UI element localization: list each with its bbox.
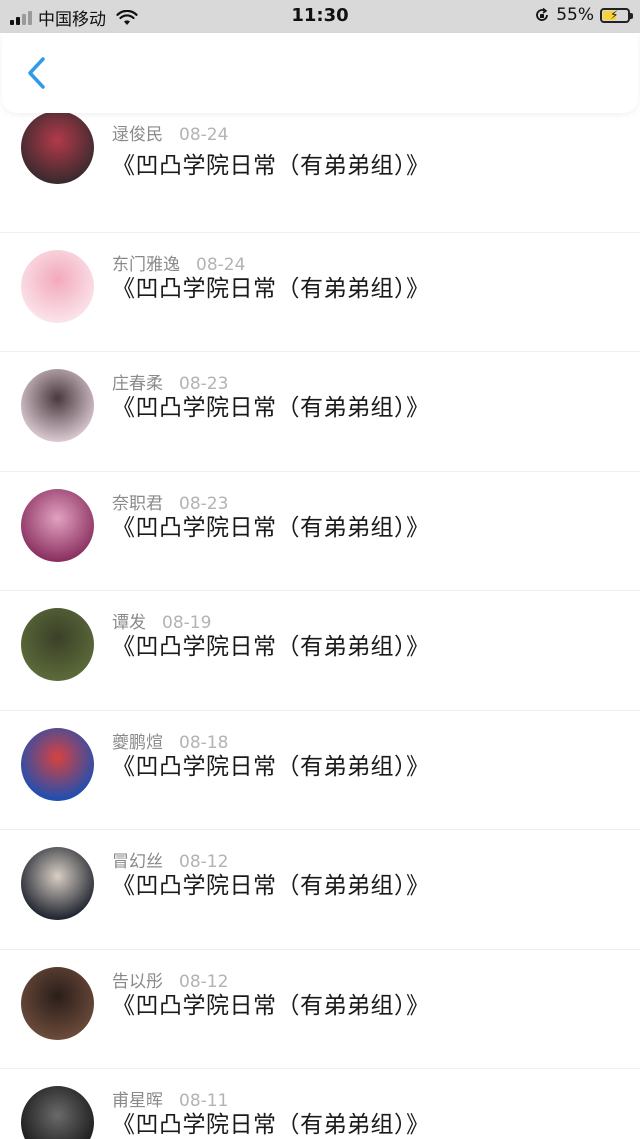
- avatar[interactable]: [21, 966, 94, 1040]
- avatar[interactable]: [21, 369, 94, 442]
- back-button[interactable]: [16, 53, 56, 93]
- post-title[interactable]: 《凹凸学院日常（有弟弟组）》: [112, 747, 430, 781]
- list-item[interactable]: 庄春柔 08-23 《凹凸学院日常（有弟弟组）》: [0, 352, 640, 472]
- list-item[interactable]: 告以彤 08-12 《凹凸学院日常（有弟弟组）》: [0, 950, 640, 1069]
- battery-percent: 55%: [556, 5, 594, 25]
- post-title[interactable]: 《凹凸学院日常（有弟弟组）》: [112, 146, 430, 180]
- post-title[interactable]: 《凹凸学院日常（有弟弟组）》: [112, 508, 430, 542]
- meta-line: 逯俊民 08-24: [112, 120, 228, 145]
- avatar[interactable]: [21, 847, 94, 920]
- list-item[interactable]: 甫星晖 08-11 《凹凸学院日常（有弟弟组）》: [0, 1069, 640, 1139]
- list-item[interactable]: 逯俊民 08-24 《凹凸学院日常（有弟弟组）》: [0, 111, 640, 233]
- post-title[interactable]: 《凹凸学院日常（有弟弟组）》: [112, 388, 430, 422]
- list-item[interactable]: 奈职君 08-23 《凹凸学院日常（有弟弟组）》: [0, 472, 640, 591]
- nav-header: [2, 33, 638, 113]
- avatar[interactable]: [21, 488, 94, 562]
- status-right: 55% ⚡: [534, 5, 633, 25]
- list-item[interactable]: 东门雅逸 08-24 《凹凸学院日常（有弟弟组）》: [0, 233, 640, 352]
- charging-icon: ⚡: [610, 7, 619, 22]
- post-title[interactable]: 《凹凸学院日常（有弟弟组）》: [112, 986, 430, 1020]
- avatar[interactable]: [21, 608, 94, 681]
- avatar[interactable]: [21, 249, 94, 323]
- list-item[interactable]: 谭发 08-19 《凹凸学院日常（有弟弟组）》: [0, 591, 640, 711]
- screen: 中国移动 11:30 55% ⚡ 逯俊民 08-24 《凹凸学院日常（有弟弟组）…: [0, 0, 640, 1139]
- rotation-lock-icon: [536, 7, 549, 21]
- chevron-left-icon: [28, 57, 45, 89]
- post-title[interactable]: 《凹凸学院日常（有弟弟组）》: [112, 269, 430, 303]
- battery-icon: ⚡: [600, 7, 633, 23]
- avatar[interactable]: [21, 1086, 94, 1139]
- avatar[interactable]: [21, 111, 94, 184]
- comment-list: 逯俊民 08-24 《凹凸学院日常（有弟弟组）》 东门雅逸 08-24 《凹凸学院日常（有…: [0, 111, 640, 1139]
- status-bar: 中国移动 11:30 55% ⚡: [0, 0, 640, 33]
- post-title[interactable]: 《凹凸学院日常（有弟弟组）》: [112, 627, 430, 661]
- post-title[interactable]: 《凹凸学院日常（有弟弟组）》: [112, 866, 430, 900]
- list-item[interactable]: 夔鹏煊 08-18 《凹凸学院日常（有弟弟组）》: [0, 711, 640, 830]
- author-name[interactable]: 逯俊民: [112, 125, 163, 145]
- post-title[interactable]: 《凹凸学院日常（有弟弟组）》: [112, 1105, 430, 1139]
- avatar[interactable]: [21, 727, 94, 801]
- post-date: 08-24: [179, 125, 229, 145]
- list-item[interactable]: 冒幻丝 08-12 《凹凸学院日常（有弟弟组）》: [0, 830, 640, 950]
